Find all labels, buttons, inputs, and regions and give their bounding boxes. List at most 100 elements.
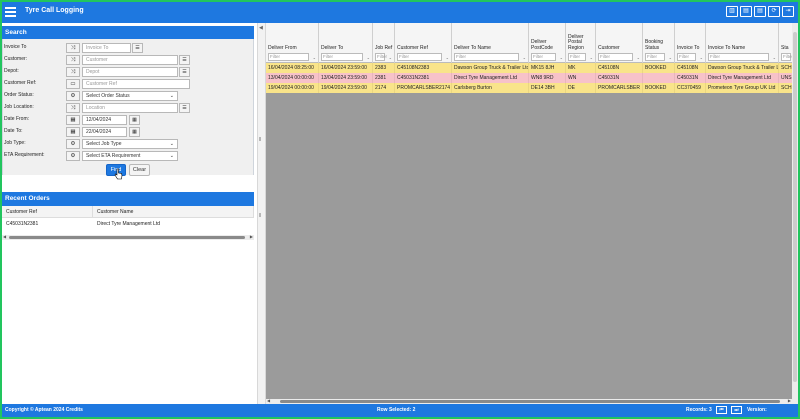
grid-cell[interactable]: 2383 xyxy=(373,63,395,73)
grid-cell[interactable]: 16/04/2024 23:59:00 xyxy=(319,63,373,73)
grid-cell[interactable]: C45031N xyxy=(596,73,643,83)
grid-filter-input[interactable]: Filter xyxy=(375,53,387,61)
customer-input[interactable]: Customer xyxy=(82,55,178,65)
sort-arrow-icon[interactable]: ⌄ xyxy=(313,55,316,60)
panel-splitter[interactable]: ◀ ‖ ‖ xyxy=(257,23,266,404)
grid-cell[interactable]: CC370459 xyxy=(675,83,706,93)
grid-cell[interactable]: Direct Tyre Management Ltd xyxy=(452,73,529,83)
recent-orders-scrollbar[interactable]: ◀ ▶ xyxy=(2,234,254,240)
grid-filter-input[interactable]: Filter xyxy=(677,53,696,61)
grid-cell[interactable]: C45108N xyxy=(596,63,643,73)
grid-col-header[interactable]: Job Ref Filter ⌄ xyxy=(373,23,395,63)
recent-col-customer-ref[interactable]: Customer Ref xyxy=(2,206,93,218)
list-icon[interactable]: ☰ xyxy=(179,55,190,65)
grid-filter-input[interactable]: Filter xyxy=(397,53,442,61)
grid-cell[interactable]: BOOKED xyxy=(643,63,675,73)
list-icon[interactable]: ☰ xyxy=(179,67,190,77)
scroll-left-icon[interactable]: ◀ xyxy=(267,398,270,403)
grid-filter-input[interactable]: Filter xyxy=(268,53,309,61)
sort-arrow-icon[interactable]: ⌄ xyxy=(590,55,593,60)
page-first-icon[interactable]: ⏮ xyxy=(716,406,727,414)
gear-icon[interactable]: ⚙ xyxy=(66,151,80,161)
shuffle-icon[interactable]: ⤨ xyxy=(66,67,80,77)
grid-col-header[interactable]: Deliver To Name Filter ⌄ xyxy=(452,23,529,63)
grid-cell[interactable]: PROMCARLSBER xyxy=(596,83,643,93)
sort-arrow-icon[interactable]: ⌄ xyxy=(560,55,563,60)
grid-cell[interactable]: 19/04/2024 00:00:00 xyxy=(266,83,319,93)
grid-col-header[interactable]: Customer Ref Filter ⌄ xyxy=(395,23,452,63)
job-type-select[interactable]: Select Job Type ⌄ xyxy=(82,139,178,149)
grid-col-header[interactable]: Deliver PostCode Filter ⌄ xyxy=(529,23,566,63)
page-last-icon[interactable]: ⏭ xyxy=(731,406,742,414)
grid-cell[interactable]: 13/04/2024 00:00:00 xyxy=(266,73,319,83)
hamburger-menu-icon[interactable] xyxy=(5,7,16,17)
document-2-icon[interactable]: ▤ xyxy=(754,6,766,17)
grid-cell[interactable]: Direct Tyre Management Ltd xyxy=(706,73,779,83)
collapse-left-icon[interactable]: ◀ xyxy=(259,25,263,31)
list-icon[interactable]: ☰ xyxy=(179,103,190,113)
grid-filter-input[interactable]: Filter xyxy=(645,53,665,61)
grid-cell[interactable]: 2381 xyxy=(373,73,395,83)
sort-arrow-icon[interactable]: ⌄ xyxy=(700,55,703,60)
grid-cell[interactable]: C45031N xyxy=(675,73,706,83)
document-icon[interactable]: ▤ xyxy=(740,6,752,17)
logout-icon[interactable]: ⇥ xyxy=(782,6,794,17)
job-location-input[interactable]: Location xyxy=(82,103,178,113)
calendar-icon[interactable]: ▦ xyxy=(66,115,80,125)
grid-cell[interactable]: Prometeon Tyre Group UK Ltd xyxy=(706,83,779,93)
grid-cell[interactable]: WN xyxy=(566,73,596,83)
grid-vertical-scrollbar[interactable] xyxy=(792,23,798,404)
columns-icon[interactable]: ▥ xyxy=(726,6,738,17)
date-from-input[interactable]: 12/04/2024 xyxy=(82,115,127,125)
scroll-left-icon[interactable]: ◀ xyxy=(3,234,6,239)
grid-col-header[interactable]: Deliver From Filter ⌄ xyxy=(266,23,319,63)
grid-col-header[interactable]: Customer Filter ⌄ xyxy=(596,23,643,63)
grid-filter-input[interactable]: Filter xyxy=(531,53,556,61)
splitter-grip-icon[interactable]: ‖ xyxy=(259,137,261,143)
scroll-thumb[interactable] xyxy=(9,236,245,239)
sort-arrow-icon[interactable]: ⌄ xyxy=(446,55,449,60)
gear-icon[interactable]: ⚙ xyxy=(66,91,80,101)
gear-icon[interactable]: ⚙ xyxy=(66,139,80,149)
grid-cell[interactable]: DE14 3BH xyxy=(529,83,566,93)
grid-filter-input[interactable]: Filter xyxy=(708,53,769,61)
recent-row-customer-name[interactable]: Direct Tyre Management Ltd xyxy=(93,219,254,229)
grid-cell[interactable] xyxy=(643,73,675,83)
grid-filter-input[interactable]: Filter xyxy=(568,53,586,61)
table-row[interactable]: 16/04/2024 08:25:00 16/04/2024 23:59:00 23… xyxy=(266,63,798,73)
table-row[interactable]: 19/04/2024 00:00:00 19/04/2024 23:59:00 21… xyxy=(266,83,798,93)
scroll-thumb[interactable] xyxy=(280,400,780,403)
sort-arrow-icon[interactable]: ⌄ xyxy=(637,55,640,60)
grid-cell[interactable]: 13/04/2024 23:59:00 xyxy=(319,73,373,83)
shuffle-icon[interactable]: ⤨ xyxy=(66,43,80,53)
grid-cell[interactable]: Dawson Group Truck & Trailer Ltd xyxy=(706,63,779,73)
table-row[interactable]: 13/04/2024 00:00:00 13/04/2024 23:59:00 23… xyxy=(266,73,798,83)
grid-cell[interactable]: C45108N2383 xyxy=(395,63,452,73)
depot-input[interactable]: Depot xyxy=(82,67,178,77)
calendar-icon[interactable]: ▦ xyxy=(129,127,140,137)
grid-cell[interactable]: DE xyxy=(566,83,596,93)
shuffle-icon[interactable]: ⤨ xyxy=(66,55,80,65)
shuffle-icon[interactable]: ⤨ xyxy=(66,103,80,113)
recent-col-customer-name[interactable]: Customer Name xyxy=(93,206,254,218)
customer-ref-input[interactable]: Customer Ref xyxy=(82,79,190,89)
grid-cell[interactable]: MK xyxy=(566,63,596,73)
grid-filter-input[interactable]: Filter xyxy=(598,53,633,61)
sort-arrow-icon[interactable]: ⌄ xyxy=(367,55,370,60)
grid-cell[interactable]: PROMCARLSBER2174 xyxy=(395,83,452,93)
scroll-right-icon[interactable]: ▶ xyxy=(788,398,791,403)
grid-col-header[interactable]: Invoice To Name Filter ⌄ xyxy=(706,23,779,63)
list-icon[interactable]: ☰ xyxy=(132,43,143,53)
sort-arrow-icon[interactable]: ⌄ xyxy=(773,55,776,60)
grid-cell[interactable]: 16/04/2024 08:25:00 xyxy=(266,63,319,73)
sort-arrow-icon[interactable]: ⌄ xyxy=(389,55,392,60)
grid-col-header[interactable]: Booking Status Filter ⌄ xyxy=(643,23,675,63)
scroll-right-icon[interactable]: ▶ xyxy=(250,234,253,239)
grid-cell[interactable]: Carlsberg Burton xyxy=(452,83,529,93)
sort-arrow-icon[interactable]: ⌄ xyxy=(523,55,526,60)
refresh-icon[interactable]: ⟳ xyxy=(768,6,780,17)
grid-cell[interactable]: 2174 xyxy=(373,83,395,93)
recent-row-customer-ref[interactable]: C45031N2381 xyxy=(2,219,93,229)
date-to-input[interactable]: 22/04/2024 xyxy=(82,127,127,137)
eta-requirement-select[interactable]: Select ETA Requirement ⌄ xyxy=(82,151,178,161)
